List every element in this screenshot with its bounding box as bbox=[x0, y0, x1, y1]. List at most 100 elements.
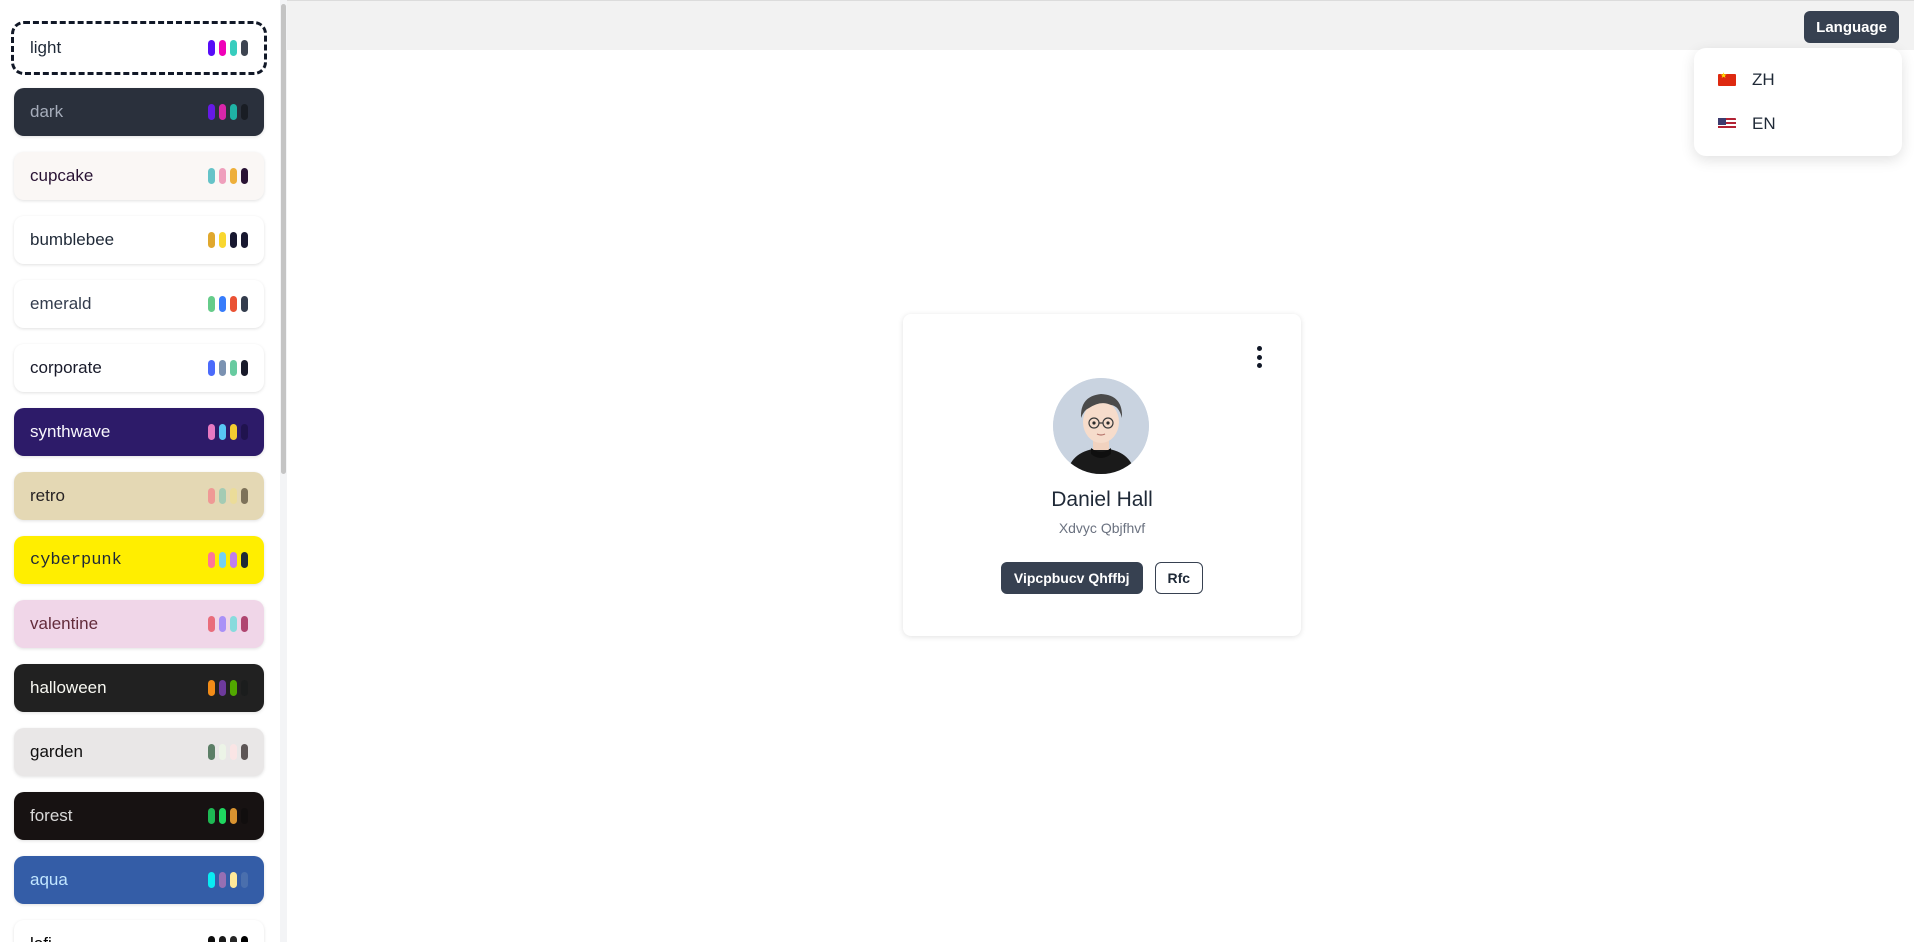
language-option-label: ZH bbox=[1752, 70, 1775, 89]
color-swatch bbox=[219, 360, 226, 376]
theme-swatches bbox=[208, 104, 248, 120]
language-option-en[interactable]: EN bbox=[1694, 102, 1902, 146]
color-swatch bbox=[219, 552, 226, 568]
color-swatch bbox=[208, 232, 215, 248]
color-swatch bbox=[230, 488, 237, 504]
theme-item-light[interactable]: light bbox=[11, 21, 267, 75]
theme-item-forest[interactable]: forest bbox=[14, 792, 264, 840]
sidebar-scrollbar-thumb[interactable] bbox=[281, 4, 286, 474]
theme-swatches bbox=[208, 744, 248, 760]
color-swatch bbox=[241, 360, 248, 376]
theme-swatches bbox=[208, 360, 248, 376]
theme-swatches bbox=[208, 680, 248, 696]
theme-item-label: halloween bbox=[30, 678, 107, 697]
color-swatch bbox=[241, 872, 248, 888]
theme-item-valentine[interactable]: valentine bbox=[14, 600, 264, 648]
color-swatch bbox=[230, 808, 237, 824]
theme-item-label: synthwave bbox=[30, 422, 111, 441]
theme-item-cupcake[interactable]: cupcake bbox=[14, 152, 264, 200]
language-option-label: EN bbox=[1752, 114, 1776, 133]
color-swatch bbox=[208, 936, 215, 942]
theme-item-bumblebee[interactable]: bumblebee bbox=[14, 216, 264, 264]
theme-item-synthwave[interactable]: synthwave bbox=[14, 408, 264, 456]
color-swatch bbox=[230, 552, 237, 568]
color-swatch bbox=[230, 360, 237, 376]
color-swatch bbox=[241, 40, 248, 56]
color-swatch bbox=[230, 936, 237, 942]
color-swatch bbox=[208, 424, 215, 440]
secondary-action-button[interactable]: Rfc bbox=[1154, 562, 1204, 594]
theme-item-emerald[interactable]: emerald bbox=[14, 280, 264, 328]
color-swatch bbox=[219, 680, 226, 696]
theme-item-corporate[interactable]: corporate bbox=[14, 344, 264, 392]
color-swatch bbox=[230, 232, 237, 248]
theme-item-label: forest bbox=[30, 806, 73, 825]
color-swatch bbox=[230, 424, 237, 440]
color-swatch bbox=[208, 872, 215, 888]
theme-item-label: bumblebee bbox=[30, 230, 115, 249]
color-swatch bbox=[230, 104, 237, 120]
theme-item-lofi[interactable]: lofi bbox=[14, 920, 264, 942]
color-swatch bbox=[241, 488, 248, 504]
color-swatch bbox=[230, 872, 237, 888]
color-swatch bbox=[241, 232, 248, 248]
color-swatch bbox=[241, 104, 248, 120]
theme-item-label: emerald bbox=[30, 294, 92, 313]
theme-item-garden[interactable]: garden bbox=[14, 728, 264, 776]
color-swatch bbox=[208, 488, 215, 504]
theme-item-dark[interactable]: dark bbox=[14, 88, 264, 136]
color-swatch bbox=[241, 296, 248, 312]
theme-swatches bbox=[208, 616, 248, 632]
theme-swatches bbox=[208, 424, 248, 440]
color-swatch bbox=[230, 296, 237, 312]
color-swatch bbox=[208, 616, 215, 632]
theme-item-retro[interactable]: retro bbox=[14, 472, 264, 520]
more-options-icon[interactable] bbox=[1253, 344, 1265, 370]
theme-swatches bbox=[208, 40, 248, 56]
color-swatch bbox=[241, 168, 248, 184]
theme-swatches bbox=[208, 232, 248, 248]
color-swatch bbox=[230, 616, 237, 632]
language-option-zh[interactable]: ZH bbox=[1694, 58, 1902, 102]
color-swatch bbox=[219, 744, 226, 760]
primary-action-button[interactable]: Vipcpbucv Qhffbj bbox=[1000, 562, 1143, 594]
profile-card: Daniel Hall Xdvyc Qbjfhvf Vipcpbucv Qhff… bbox=[903, 314, 1301, 636]
color-swatch bbox=[241, 744, 248, 760]
theme-item-aqua[interactable]: aqua bbox=[14, 856, 264, 904]
color-swatch bbox=[230, 168, 237, 184]
color-swatch bbox=[241, 680, 248, 696]
profile-actions: Vipcpbucv Qhffbj Rfc bbox=[903, 562, 1301, 594]
color-swatch bbox=[219, 488, 226, 504]
language-menu: ZH EN bbox=[1694, 48, 1902, 156]
avatar bbox=[1053, 378, 1149, 474]
theme-item-label: dark bbox=[30, 102, 64, 121]
color-swatch bbox=[230, 40, 237, 56]
color-swatch bbox=[219, 232, 226, 248]
color-swatch bbox=[208, 680, 215, 696]
color-swatch bbox=[219, 104, 226, 120]
color-swatch bbox=[208, 168, 215, 184]
theme-swatches bbox=[208, 296, 248, 312]
theme-item-label: light bbox=[30, 38, 62, 57]
theme-item-cyberpunk[interactable]: cyberpunk bbox=[14, 536, 264, 584]
language-button[interactable]: Language bbox=[1804, 11, 1899, 43]
theme-swatches bbox=[208, 168, 248, 184]
us-flag-icon bbox=[1718, 118, 1736, 130]
color-swatch bbox=[230, 680, 237, 696]
china-flag-icon bbox=[1718, 71, 1736, 86]
color-swatch bbox=[219, 40, 226, 56]
color-swatch bbox=[208, 808, 215, 824]
color-swatch bbox=[219, 616, 226, 632]
theme-sidebar: light dark cupcake bumblebee emerald corporat… bbox=[0, 0, 287, 942]
theme-item-label: corporate bbox=[30, 358, 102, 377]
color-swatch bbox=[241, 424, 248, 440]
color-swatch bbox=[219, 872, 226, 888]
theme-item-halloween[interactable]: halloween bbox=[14, 664, 264, 712]
color-swatch bbox=[219, 296, 226, 312]
color-swatch bbox=[208, 296, 215, 312]
theme-item-label: cupcake bbox=[30, 166, 94, 185]
color-swatch bbox=[208, 40, 215, 56]
profile-name: Daniel Hall bbox=[1051, 488, 1153, 511]
theme-swatches bbox=[208, 936, 248, 942]
color-swatch bbox=[219, 936, 226, 942]
